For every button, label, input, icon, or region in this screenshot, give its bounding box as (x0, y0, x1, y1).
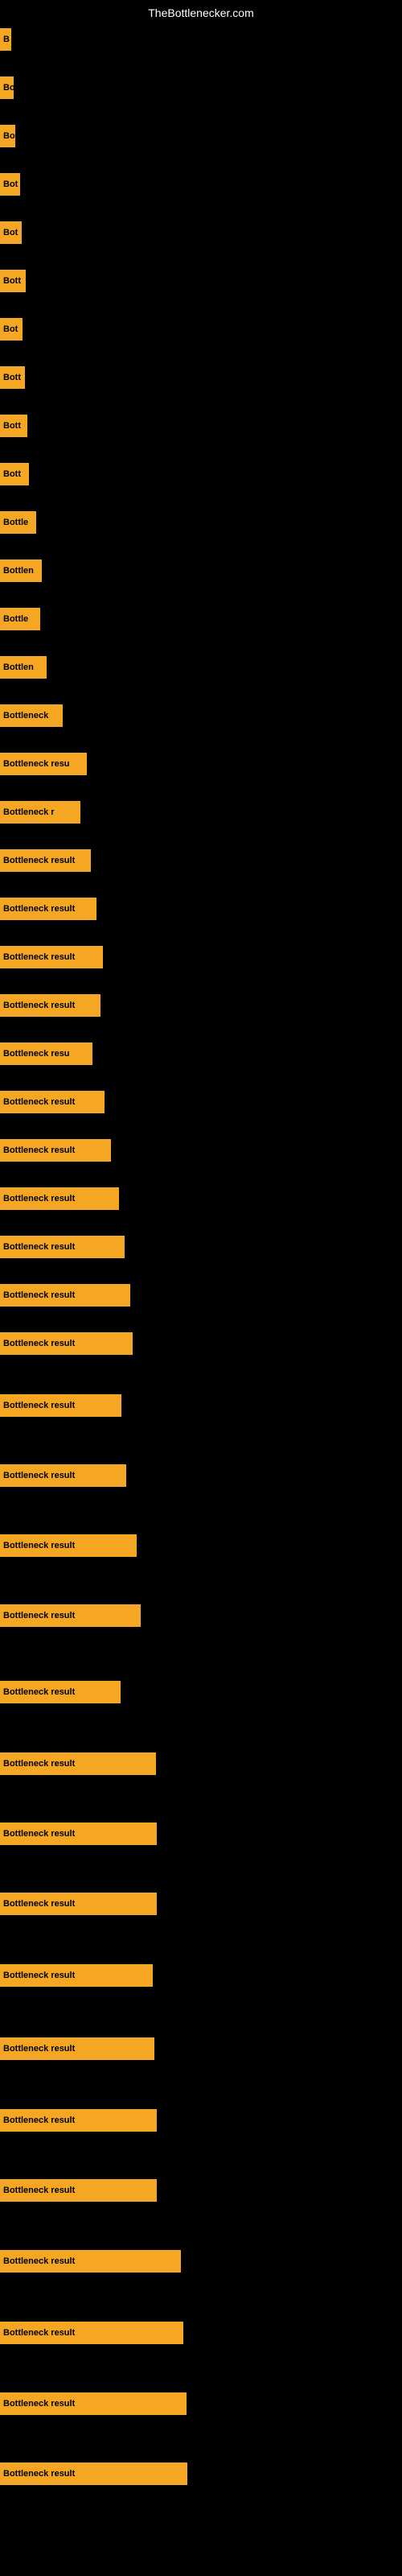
bar-label: Bottleneck result (3, 2116, 75, 2125)
bar-label: Bo (3, 83, 14, 93)
bar-label: Bo (3, 131, 15, 141)
site-title: TheBottlenecker.com (148, 6, 254, 19)
bar-label: Bottle (3, 614, 28, 624)
bar-item: Bottleneck result (0, 2392, 187, 2415)
bar-label: Bottleneck result (3, 952, 75, 962)
bar-item: Bottleneck result (0, 2250, 181, 2273)
bar-item: Bottlen (0, 559, 42, 582)
bar-item: Bottleneck result (0, 1752, 156, 1775)
bar-item: Bottleneck result (0, 1464, 126, 1487)
bar-item: Bottle (0, 511, 36, 534)
bar-item: Bo (0, 76, 14, 99)
bar-label: Bot (3, 228, 18, 237)
bar-label: Bottleneck result (3, 1339, 75, 1348)
bar-label: Bottleneck result (3, 1541, 75, 1550)
bar-item: Bottleneck result (0, 1823, 157, 1845)
bar-label: Bottleneck result (3, 1611, 75, 1620)
bar-item: Bottleneck result (0, 1236, 125, 1258)
bar-item: Bott (0, 270, 26, 292)
bar-item: Bottleneck result (0, 849, 91, 872)
bar-item: Bott (0, 415, 27, 437)
bar-item: Bottleneck result (0, 1139, 111, 1162)
bar-item: Bottleneck result (0, 898, 96, 920)
bar-item: Bottleneck resu (0, 753, 87, 775)
bar-label: B (3, 35, 10, 44)
bar-label: Bottleneck result (3, 2399, 75, 2409)
bar-item: Bot (0, 221, 22, 244)
bar-item: Bottleneck result (0, 2322, 183, 2344)
bar-item: Bottleneck result (0, 1534, 137, 1557)
bar-item: Bottleneck result (0, 1187, 119, 1210)
bar-label: Bottleneck (3, 711, 48, 720)
bar-label: Bottleneck result (3, 2256, 75, 2266)
bar-label: Bottleneck result (3, 1401, 75, 1410)
bar-label: Bottleneck result (3, 1290, 75, 1300)
bar-label: Bott (3, 469, 21, 479)
bar-label: Bottleneck result (3, 1097, 75, 1107)
bar-label: Bottleneck result (3, 1001, 75, 1010)
bar-item: Bottleneck r (0, 801, 80, 824)
bar-label: Bott (3, 276, 21, 286)
bar-item: Bottleneck result (0, 1394, 121, 1417)
bar-label: Bottleneck result (3, 1146, 75, 1155)
bar-label: Bottle (3, 518, 28, 527)
bar-item: B (0, 28, 11, 51)
bar-item: Bottleneck result (0, 1091, 105, 1113)
bar-item: Bottleneck result (0, 1604, 141, 1627)
bar-label: Bottleneck result (3, 2186, 75, 2195)
bar-item: Bott (0, 463, 29, 485)
bar-label: Bottleneck r (3, 807, 55, 817)
bar-label: Bottleneck result (3, 2469, 75, 2479)
bar-label: Bottlen (3, 663, 34, 672)
bar-item: Bottleneck result (0, 2109, 157, 2132)
bar-label: Bottleneck result (3, 1971, 75, 1980)
bar-item: Bottleneck result (0, 994, 100, 1017)
bar-item: Bottleneck result (0, 1284, 130, 1307)
bar-item: Bottleneck result (0, 1332, 133, 1355)
bar-item: Bottleneck result (0, 2462, 187, 2485)
bar-item: Bottlen (0, 656, 47, 679)
bar-item: Bottleneck resu (0, 1042, 92, 1065)
bar-label: Bottleneck result (3, 2328, 75, 2338)
bar-item: Bott (0, 366, 25, 389)
bar-item: Bottleneck result (0, 1681, 121, 1703)
bar-label: Bott (3, 373, 21, 382)
bar-label: Bottleneck result (3, 2044, 75, 2054)
bar-item: Bottleneck result (0, 2179, 157, 2202)
bar-label: Bottleneck result (3, 1829, 75, 1839)
bar-label: Bottleneck result (3, 1899, 75, 1909)
bar-label: Bottleneck result (3, 1242, 75, 1252)
bar-label: Bottlen (3, 566, 34, 576)
bar-label: Bottleneck result (3, 1194, 75, 1203)
bar-label: Bottleneck result (3, 904, 75, 914)
bar-label: Bottleneck resu (3, 1049, 70, 1059)
bar-item: Bottleneck result (0, 2037, 154, 2060)
bar-label: Bottleneck result (3, 856, 75, 865)
bar-label: Bott (3, 421, 21, 431)
bar-label: Bottleneck result (3, 1471, 75, 1480)
bar-item: Bo (0, 125, 15, 147)
bar-item: Bottleneck (0, 704, 63, 727)
bar-item: Bot (0, 173, 20, 196)
bar-item: Bottle (0, 608, 40, 630)
bar-label: Bottleneck result (3, 1687, 75, 1697)
bar-label: Bottleneck result (3, 1759, 75, 1769)
bar-item: Bot (0, 318, 23, 341)
bar-label: Bottleneck resu (3, 759, 70, 769)
bar-item: Bottleneck result (0, 946, 103, 968)
bar-label: Bot (3, 180, 18, 189)
bar-label: Bot (3, 324, 18, 334)
bar-item: Bottleneck result (0, 1893, 157, 1915)
bar-item: Bottleneck result (0, 1964, 153, 1987)
